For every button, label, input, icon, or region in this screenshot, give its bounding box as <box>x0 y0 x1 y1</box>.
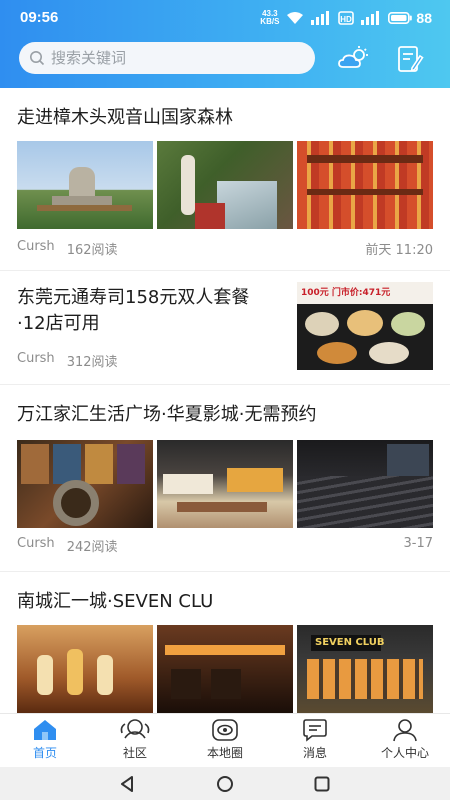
article-reads: 162阅读 <box>66 243 118 258</box>
wifi-icon <box>287 12 304 24</box>
net-speed: 43.3 KB/S <box>260 9 280 26</box>
community-icon <box>120 719 150 739</box>
tab-messages[interactable]: 消息 <box>270 714 360 767</box>
feed-article[interactable]: 万江家汇生活广场·华夏影城·无需预约 Cursh 242阅读 3-17 <box>0 385 450 572</box>
article-title: 万江家汇生活广场·华夏影城·无需预约 <box>17 404 317 425</box>
search-icon <box>30 51 45 66</box>
search-input[interactable] <box>51 49 301 67</box>
article-images <box>17 440 433 528</box>
status-bar: 09:56 43.3 KB/S HD 88 <box>0 0 450 36</box>
status-time: 09:56 <box>20 9 59 26</box>
promo-text: 100元 门市价:471元 <box>301 288 391 298</box>
article-image <box>157 440 293 528</box>
battery-level: 88 <box>416 10 432 26</box>
tab-home[interactable]: 首页 <box>0 714 90 767</box>
battery: 88 <box>388 10 432 26</box>
bottom-tab-bar: 首页 社区 本地圈 消息 个人中心 <box>0 713 450 767</box>
tab-label: 本地圈 <box>206 746 243 760</box>
back-icon[interactable] <box>119 775 137 793</box>
article-meta: Cursh 162阅读 前天 11:20 <box>17 239 433 258</box>
weather-button[interactable] <box>336 44 372 74</box>
message-icon <box>303 719 327 742</box>
article-image <box>157 625 293 713</box>
article-images: SEVEN CLUB <box>17 625 433 713</box>
article-reads: 242阅读 <box>66 540 118 555</box>
edit-note-icon <box>398 46 424 72</box>
article-image <box>17 141 153 229</box>
tab-community[interactable]: 社区 <box>90 714 180 767</box>
article-images <box>17 141 433 229</box>
app-header: 09:56 43.3 KB/S HD 88 搜索关键词 <box>0 0 450 88</box>
hd-icon: HD <box>338 11 355 25</box>
system-nav-bar <box>0 767 450 800</box>
tab-profile[interactable]: 个人中心 <box>360 714 450 767</box>
club-sign: SEVEN CLUB <box>315 637 385 648</box>
tab-label: 社区 <box>122 746 147 760</box>
cellular-signal-icon <box>311 11 330 25</box>
article-image <box>17 625 153 713</box>
article-image <box>17 440 153 528</box>
article-author: Cursh <box>17 351 55 366</box>
feed-article[interactable]: 东莞元通寿司158元双人套餐 ·12店可用 Cursh 312阅读 100元 门… <box>0 271 450 385</box>
weather-cloud-sun-icon <box>338 46 368 68</box>
article-time: 3-17 <box>403 536 433 551</box>
news-feed: 走进樟木头观音山国家森林 Cursh 162阅读 前天 11:20 东莞元通寿司… <box>0 88 450 713</box>
article-image: 100元 门市价:471元 <box>297 282 433 370</box>
article-author: Cursh <box>17 239 55 254</box>
article-meta: Cursh 242阅读 3-17 <box>17 536 433 555</box>
article-image <box>297 141 433 229</box>
article-image <box>157 141 293 229</box>
article-reads: 312阅读 <box>66 355 118 370</box>
home-circle-icon[interactable] <box>216 775 234 793</box>
tab-label: 首页 <box>32 746 57 760</box>
article-title: 东莞元通寿司158元双人套餐 ·12店可用 <box>17 287 250 334</box>
article-title: 走进樟木头观音山国家森林 <box>17 107 233 128</box>
article-meta: Cursh 312阅读 <box>17 351 118 370</box>
search-bar[interactable] <box>19 42 315 74</box>
tab-label: 消息 <box>302 746 327 760</box>
recents-icon[interactable] <box>313 775 331 793</box>
local-circle-icon <box>212 719 238 741</box>
article-author: Cursh <box>17 536 55 551</box>
tab-label: 个人中心 <box>380 746 429 760</box>
battery-icon <box>388 12 413 24</box>
cellular-signal-2-icon <box>361 11 380 25</box>
feed-article[interactable]: 走进樟木头观音山国家森林 Cursh 162阅读 前天 11:20 <box>0 88 450 271</box>
tab-local-circle[interactable]: 本地圈 <box>180 714 270 767</box>
article-time: 前天 11:20 <box>365 243 433 258</box>
edit-button[interactable] <box>392 44 428 74</box>
status-icons: 43.3 KB/S HD 88 <box>260 8 432 28</box>
article-title: 南城汇一城·SEVEN CLU <box>17 591 214 612</box>
article-image <box>297 440 433 528</box>
home-icon <box>34 720 56 740</box>
article-image: SEVEN CLUB <box>297 625 433 713</box>
svg-text:HD: HD <box>341 15 353 24</box>
feed-article[interactable]: 南城汇一城·SEVEN CLU SEVEN CLUB <box>0 572 450 713</box>
user-icon <box>393 719 417 742</box>
